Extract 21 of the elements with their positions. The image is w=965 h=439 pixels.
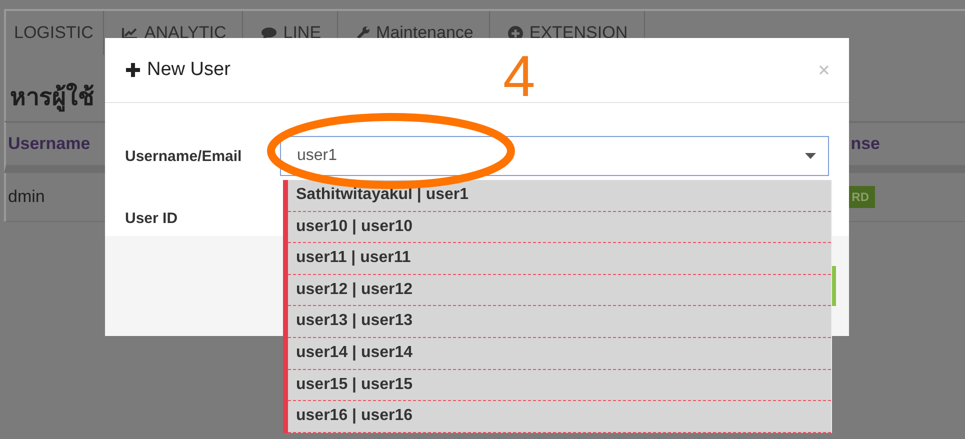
close-icon [819, 65, 829, 75]
close-button[interactable] [819, 65, 829, 75]
column-header: nse [850, 134, 880, 154]
line-chart-icon [122, 27, 138, 39]
dropdown-option[interactable]: user12 | user12 [288, 274, 831, 306]
field-label: Username/Email [125, 148, 243, 164]
dropdown-option[interactable]: Sathitwitayakul | user1 [288, 180, 831, 212]
dropdown-option[interactable]: user14 | user14 [288, 338, 831, 370]
column-header: Username [7, 134, 90, 154]
speech-bubble-icon [261, 26, 278, 40]
caret-icon [805, 153, 816, 159]
dropdown-option[interactable]: user13 | user13 [288, 306, 831, 338]
dropdown-option[interactable]: user10 | user10 [288, 212, 831, 244]
username-select[interactable]: user1 [280, 136, 829, 176]
dropdown-option[interactable]: user11 | user11 [288, 243, 831, 275]
table-cell-text: dmin [7, 187, 45, 207]
field-label: User ID [125, 210, 179, 226]
plus-icon [125, 62, 141, 78]
dialog-title: New User [147, 59, 230, 81]
dropdown-option[interactable]: user16 | user16 [288, 401, 831, 433]
dropdown-option[interactable]: user15 | user15 [288, 370, 831, 402]
